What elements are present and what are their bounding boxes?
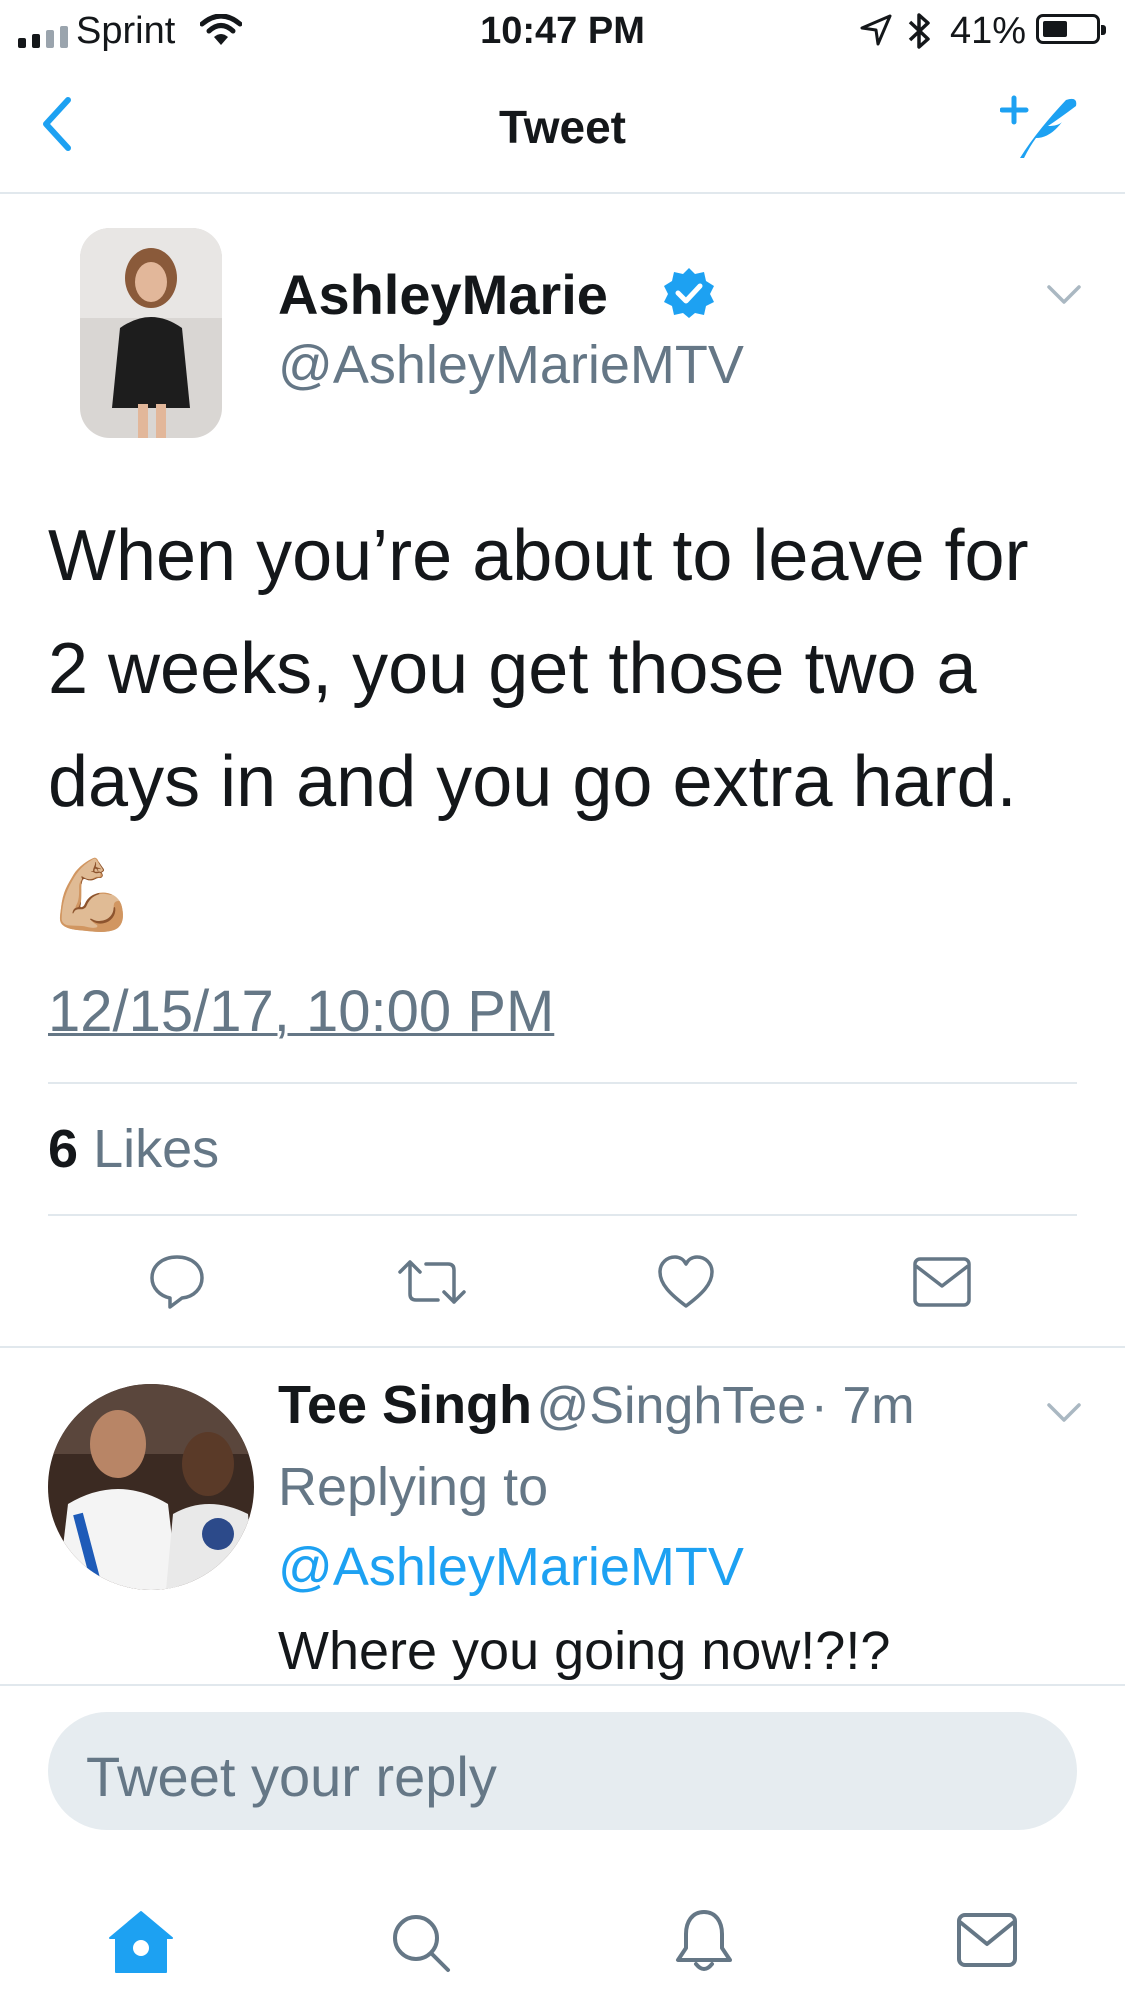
reply-text-wrap: Where you going now!?!? bbox=[278, 1620, 890, 1682]
battery-percent: 41% bbox=[950, 10, 1027, 52]
reply-text: Where you going now!?!? bbox=[278, 1621, 891, 1681]
reply-icon[interactable] bbox=[148, 1252, 206, 1310]
tab-bar bbox=[0, 1860, 1125, 2001]
bluetooth-icon bbox=[908, 13, 930, 49]
likes-summary[interactable]: 6 Likes bbox=[48, 1118, 219, 1180]
author-avatar[interactable] bbox=[80, 228, 222, 438]
reply-input[interactable]: Tweet your reply bbox=[48, 1712, 1077, 1830]
dm-icon[interactable] bbox=[912, 1256, 972, 1308]
divider bbox=[0, 1684, 1125, 1686]
likes-label: Likes bbox=[93, 1119, 220, 1179]
author-handle[interactable]: @AshleyMarieMTV bbox=[278, 334, 744, 396]
likes-count: 6 bbox=[48, 1119, 79, 1179]
location-arrow-icon bbox=[860, 14, 892, 46]
reply-author-name[interactable]: Tee Singh bbox=[278, 1375, 532, 1435]
reply-author-handle[interactable]: @SinghTee bbox=[536, 1377, 806, 1435]
tweet-text: When you’re about to leave for 2 weeks, … bbox=[48, 500, 1088, 952]
reply-header: Tee Singh @SinghTee · 7m bbox=[278, 1374, 915, 1436]
tweet-emoji: 💪🏼 bbox=[48, 856, 136, 934]
verified-badge-icon bbox=[664, 268, 714, 318]
reply-time: · 7m bbox=[810, 1377, 915, 1435]
compose-tweet-icon[interactable] bbox=[1000, 92, 1080, 164]
home-icon[interactable] bbox=[108, 1910, 174, 1974]
chevron-down-icon[interactable] bbox=[1046, 284, 1082, 306]
tweet-timestamp[interactable]: 12/15/17, 10:00 PM bbox=[48, 978, 554, 1045]
replying-to-label: Replying to bbox=[278, 1457, 549, 1517]
like-icon[interactable] bbox=[656, 1254, 716, 1310]
replying-to-handle[interactable]: @AshleyMarieMTV bbox=[278, 1536, 744, 1598]
notifications-icon[interactable] bbox=[674, 1908, 734, 1976]
page-title: Tweet bbox=[499, 101, 626, 153]
messages-icon[interactable] bbox=[956, 1912, 1018, 1968]
reply-avatar-photo bbox=[48, 1384, 254, 1590]
divider bbox=[48, 1214, 1077, 1216]
reply-author-avatar[interactable] bbox=[48, 1384, 254, 1590]
divider bbox=[48, 1082, 1077, 1084]
reply-input-placeholder: Tweet your reply bbox=[86, 1745, 497, 1808]
header-divider bbox=[0, 192, 1125, 194]
tweet-body: When you’re about to leave for 2 weeks, … bbox=[48, 516, 1029, 822]
reply-chevron-down-icon[interactable] bbox=[1046, 1402, 1082, 1424]
battery-icon bbox=[1036, 14, 1106, 44]
author-name[interactable]: AshleyMarie bbox=[278, 262, 608, 327]
search-icon[interactable] bbox=[390, 1912, 452, 1974]
retweet-icon[interactable] bbox=[396, 1258, 468, 1306]
status-bar: Sprint 10:47 PM 41% bbox=[0, 0, 1125, 62]
divider bbox=[0, 1346, 1125, 1348]
avatar-photo bbox=[80, 228, 222, 438]
